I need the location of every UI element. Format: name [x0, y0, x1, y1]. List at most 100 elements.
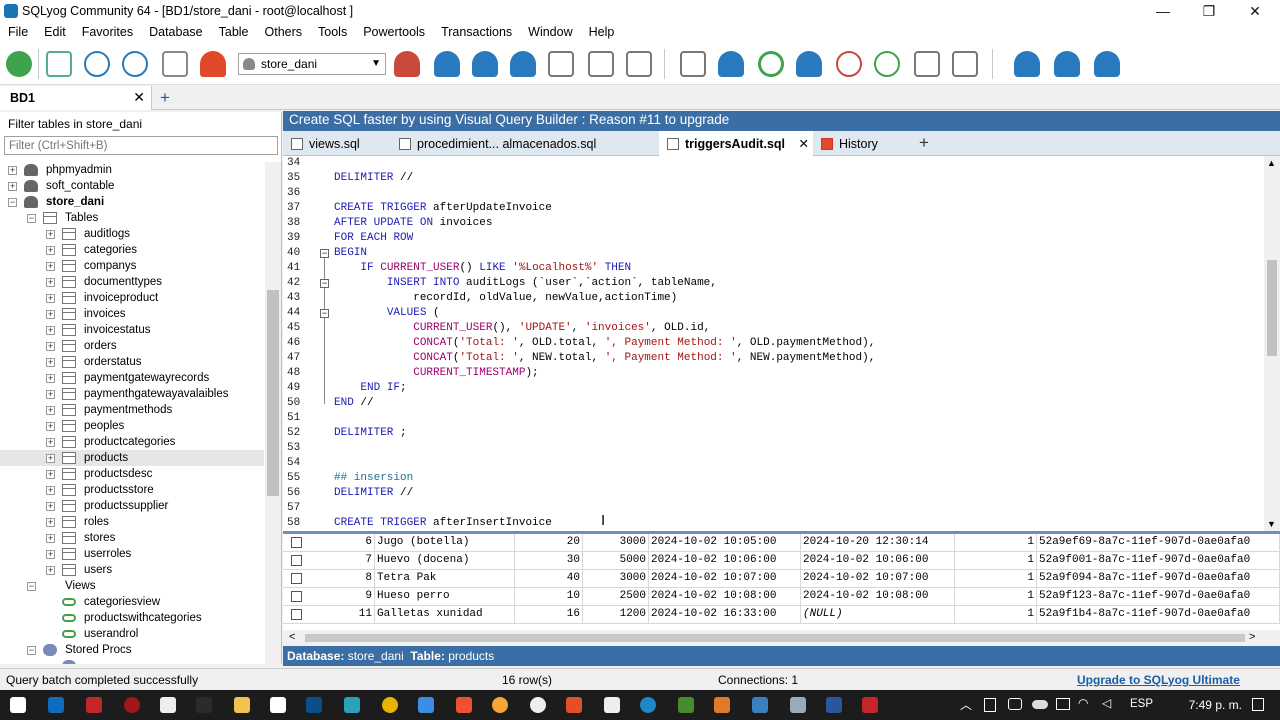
table-cell[interactable]: 10 [515, 588, 583, 606]
table-row[interactable]: 9 Hueso perro 10 2500 2024-10-02 10:08:00 202… [283, 588, 1280, 606]
menu-tools[interactable]: Tools [310, 23, 355, 39]
clock[interactable]: 7:49 p. m. [1189, 698, 1242, 712]
code-line[interactable]: CURRENT_USER(), 'UPDATE', 'invoices', OL… [334, 322, 710, 334]
expand-icon[interactable]: + [46, 358, 55, 367]
filter-input[interactable] [4, 136, 278, 155]
app-icon[interactable] [714, 697, 730, 713]
menu-edit[interactable]: Edit [36, 23, 74, 39]
table-cell[interactable]: 7 [305, 552, 375, 570]
table-cell[interactable]: 2024-10-02 10:08:00 [649, 588, 801, 606]
table-cell[interactable]: 2024-10-02 16:33:00 [649, 606, 801, 624]
fold-toggle-icon[interactable]: − [320, 279, 329, 288]
table-cell[interactable]: 2024-10-02 10:05:00 [649, 534, 801, 552]
table-cell[interactable]: Hueso perro [375, 588, 515, 606]
code-line[interactable]: END // [334, 397, 374, 409]
table-cell[interactable]: 2024-10-02 10:08:00 [801, 588, 955, 606]
menu-powertools[interactable]: Powertools [355, 23, 433, 39]
code-line[interactable]: BEGIN [334, 247, 367, 259]
app-icon[interactable] [86, 697, 102, 713]
menu-database[interactable]: Database [141, 23, 211, 39]
table-cell[interactable]: 52a9f1b4-8a7c-11ef-907d-0ae0afa0 [1037, 606, 1280, 624]
tree-table-orderstatus[interactable]: + orderstatus [0, 354, 264, 370]
table-cell[interactable]: 2024-10-02 10:06:00 [801, 552, 955, 570]
upgrade-link[interactable]: Upgrade to SQLyog Ultimate [1077, 673, 1240, 687]
table-diagnostics-icon[interactable] [626, 51, 652, 77]
outlook-icon[interactable] [48, 697, 64, 713]
tree-table-userroles[interactable]: + userroles [0, 546, 264, 562]
menu-window[interactable]: Window [520, 23, 580, 39]
tree-table-productsstore[interactable]: + productsstore [0, 482, 264, 498]
table-cell[interactable]: 3000 [583, 570, 649, 588]
tree-view-productswithcategories[interactable]: productswithcategories [0, 610, 264, 626]
windows-start-icon[interactable] [10, 697, 26, 713]
user-manager-icon[interactable] [394, 51, 420, 77]
tree-table-productssupplier[interactable]: + productssupplier [0, 498, 264, 514]
git-icon[interactable] [456, 697, 472, 713]
sync-icon[interactable] [874, 51, 900, 77]
scroll-left-icon[interactable]: < [289, 631, 295, 643]
table-row[interactable]: 7 Huevo (docena) 30 5000 2024-10-02 10:06:00… [283, 552, 1280, 570]
tab-views-sql[interactable]: views.sql [291, 131, 395, 156]
tree-folder-stored-procs[interactable]: − Stored Procs [0, 642, 264, 658]
tree-table-peoples[interactable]: + peoples [0, 418, 264, 434]
edge-icon[interactable] [640, 697, 656, 713]
tree-table-productcategories[interactable]: + productcategories [0, 434, 264, 450]
manage-indexes-icon[interactable] [548, 51, 574, 77]
expand-icon[interactable]: + [46, 390, 55, 399]
code-line[interactable]: DELIMITER ; [334, 427, 407, 439]
tree-table-companys[interactable]: + companys [0, 258, 264, 274]
table-cell[interactable]: 8 [305, 570, 375, 588]
intellij-icon[interactable] [306, 697, 322, 713]
code-line[interactable]: DELIMITER // [334, 487, 413, 499]
expand-icon[interactable]: + [46, 438, 55, 447]
schema-sync-icon[interactable] [914, 51, 940, 77]
chevron-up-icon[interactable]: ︿ [960, 696, 972, 713]
tree-db-phpmyadmin[interactable]: + phpmyadmin [0, 162, 264, 178]
fold-toggle-icon[interactable]: − [320, 309, 329, 318]
add-tab-icon[interactable]: + [919, 131, 939, 156]
word-icon[interactable] [826, 697, 842, 713]
code-line[interactable]: VALUES ( [334, 307, 440, 319]
expand-icon[interactable]: + [8, 182, 17, 191]
expand-icon[interactable]: + [46, 422, 55, 431]
app-tray-icon[interactable] [1008, 698, 1022, 710]
expand-icon[interactable]: + [46, 294, 55, 303]
tab-procedimientos-sql[interactable]: procedimient... almacenados.sql [399, 131, 655, 156]
expand-icon[interactable]: + [46, 310, 55, 319]
table-cell[interactable]: 52a9f123-8a7c-11ef-907d-0ae0afa0 [1037, 588, 1280, 606]
result-grid[interactable]: 6 Jugo (botella) 20 3000 2024-10-02 10:05:00… [283, 534, 1280, 630]
app-icon[interactable] [604, 697, 620, 713]
expand-icon[interactable]: + [46, 518, 55, 527]
grid-hscrollbar[interactable]: < > [283, 630, 1280, 646]
database-select[interactable]: store_dani ▼ [238, 53, 386, 75]
scroll-right-icon[interactable]: > [1249, 631, 1255, 643]
code-line[interactable]: CURRENT_TIMESTAMP); [334, 367, 538, 379]
expand-icon[interactable]: + [46, 470, 55, 479]
code-line[interactable]: DELIMITER // [334, 172, 413, 184]
expand-icon[interactable]: + [46, 374, 55, 383]
collapse-icon[interactable]: − [27, 646, 36, 655]
app-icon[interactable] [790, 697, 806, 713]
tree-table-invoices[interactable]: + invoices [0, 306, 264, 322]
language-indicator[interactable]: ESP [1130, 698, 1153, 710]
tree-scrollbar[interactable] [265, 162, 281, 664]
new-connection-icon[interactable] [6, 51, 32, 77]
table-cell[interactable]: 2024-10-20 12:30:14 [801, 534, 955, 552]
expand-icon[interactable]: + [46, 486, 55, 495]
app-icon[interactable] [344, 697, 360, 713]
table-cell[interactable]: 6 [305, 534, 375, 552]
export-icon[interactable] [680, 51, 706, 77]
table-cell[interactable]: Galletas xunidad [375, 606, 515, 624]
create-table-icon[interactable] [472, 51, 498, 77]
table-cell[interactable]: 52a9ef69-8a7c-11ef-907d-0ae0afa0 [1037, 534, 1280, 552]
relationships-icon[interactable] [588, 51, 614, 77]
opera-icon[interactable] [124, 697, 140, 713]
table-cell[interactable]: 1 [955, 588, 1037, 606]
menu-help[interactable]: Help [581, 23, 623, 39]
restore-button[interactable]: ❐ [1186, 0, 1232, 23]
app-icon[interactable] [862, 697, 878, 713]
tree-table-productsdesc[interactable]: + productsdesc [0, 466, 264, 482]
cloud-icon[interactable] [1032, 700, 1048, 709]
tree-table-users[interactable]: + users [0, 562, 264, 578]
volume-icon[interactable]: ◁ [1102, 696, 1111, 710]
